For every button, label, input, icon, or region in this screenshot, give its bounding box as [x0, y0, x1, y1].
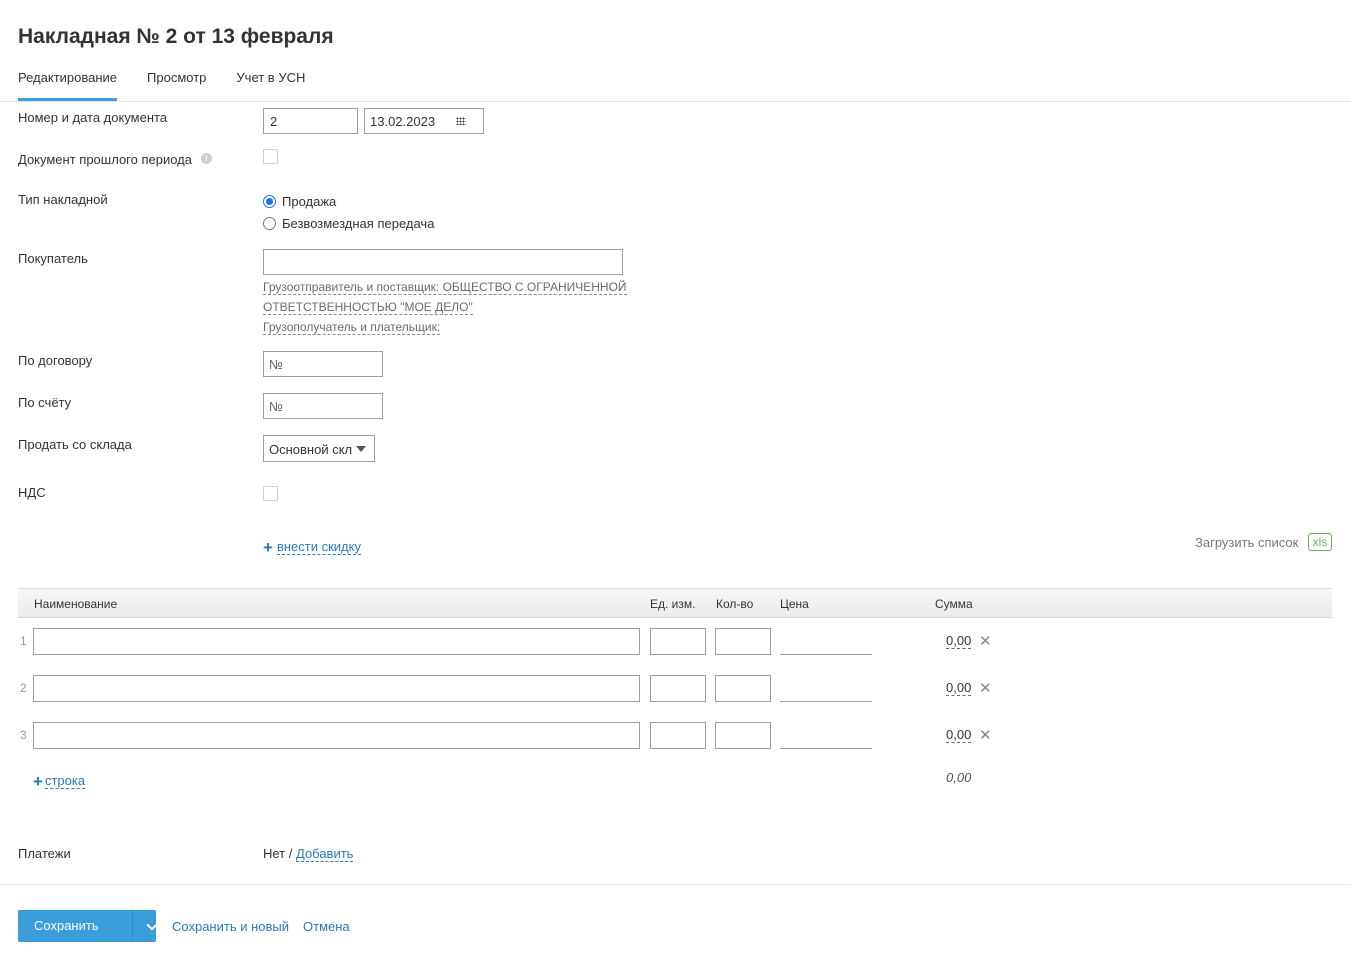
past-period-label: Документ прошлого периода — [18, 152, 192, 167]
row-number: 3 — [20, 728, 27, 742]
consignee-link[interactable]: Грузополучатель и плательщик: — [263, 320, 441, 335]
shipper-info: Грузоотправитель и поставщик: ОБЩЕСТВО С… — [263, 279, 627, 295]
warehouse-select[interactable]: Основной скл — [263, 435, 375, 462]
item-price-input[interactable] — [780, 748, 872, 749]
radio-sale-label: Продажа — [282, 194, 337, 209]
chevron-down-icon — [356, 446, 366, 452]
add-row-link[interactable]: строка — [44, 773, 86, 789]
contract-input[interactable] — [263, 351, 383, 377]
item-qty-input[interactable] — [715, 675, 771, 702]
item-unit-input[interactable] — [650, 675, 706, 702]
tab-bar: Редактирование Просмотр Учет в УСН — [18, 70, 335, 101]
plus-icon: + — [33, 771, 43, 791]
th-unit: Ед. изм. — [650, 597, 696, 611]
warehouse-select-value: Основной скл — [269, 442, 353, 457]
upload-list-label[interactable]: Загрузить список — [1195, 535, 1298, 550]
info-icon[interactable]: i — [201, 153, 212, 164]
th-sum: Сумма — [935, 597, 973, 611]
doc-number-label: Номер и дата документа — [18, 110, 168, 125]
add-row[interactable]: + строка — [33, 771, 86, 791]
th-qty: Кол-во — [716, 597, 754, 611]
tab-preview[interactable]: Просмотр — [147, 70, 206, 101]
item-sum[interactable]: 0,00 — [946, 681, 972, 696]
bill-label: По счёту — [18, 395, 72, 410]
radio-gift-label: Безвозмездная передача — [282, 216, 435, 231]
shipper-link-line1[interactable]: Грузоотправитель и поставщик: ОБЩЕСТВО С… — [263, 280, 627, 295]
doc-number-input[interactable] — [263, 108, 358, 134]
contract-label: По договору — [18, 353, 93, 368]
calendar-icon[interactable] — [456, 117, 466, 125]
bill-input[interactable] — [263, 393, 383, 419]
item-sum[interactable]: 0,00 — [946, 634, 972, 649]
item-unit-input[interactable] — [650, 628, 706, 655]
row-number: 1 — [20, 634, 27, 648]
plus-icon: + — [263, 537, 273, 557]
invoice-type-sale-option[interactable]: Продажа — [263, 194, 336, 209]
item-sum[interactable]: 0,00 — [946, 728, 972, 743]
doc-date-input[interactable] — [365, 109, 455, 133]
footer-divider — [0, 884, 1351, 885]
th-price: Цена — [780, 597, 809, 611]
vat-checkbox[interactable] — [263, 486, 278, 501]
add-payment-link[interactable]: Добавить — [296, 846, 354, 862]
item-name-input[interactable] — [33, 628, 640, 655]
payments-value: Нет / Добавить — [263, 846, 354, 862]
shipper-info-2: ОТВЕТСТВЕННОСТЬЮ "МОЕ ДЕЛО" — [263, 299, 473, 315]
items-table-header: Наименование Ед. изм. Кол-во Цена Сумма — [18, 588, 1332, 618]
item-name-input[interactable] — [33, 675, 640, 702]
radio-sale[interactable] — [263, 195, 276, 208]
payments-label: Платежи — [18, 846, 71, 861]
page-title: Накладная № 2 от 13 февраля — [18, 25, 334, 48]
table-total: 0,00 — [946, 770, 972, 785]
buyer-input[interactable] — [263, 249, 623, 275]
add-discount-link[interactable]: внести скидку — [276, 539, 361, 555]
save-button[interactable]: Сохранить — [18, 910, 158, 942]
tab-usn[interactable]: Учет в УСН — [236, 70, 305, 101]
save-and-new-link[interactable]: Сохранить и новый — [172, 919, 289, 934]
doc-date-field[interactable] — [364, 108, 484, 134]
save-button-label: Сохранить — [34, 918, 99, 933]
close-icon[interactable]: ✕ — [979, 632, 992, 650]
xls-upload-button[interactable]: xls — [1308, 533, 1332, 551]
invoice-type-label: Тип накладной — [18, 192, 108, 207]
cancel-link[interactable]: Отмена — [303, 919, 350, 934]
item-price-input[interactable] — [780, 701, 872, 702]
consignee-info: Грузополучатель и плательщик: — [263, 319, 441, 335]
item-qty-input[interactable] — [715, 722, 771, 749]
close-icon[interactable]: ✕ — [979, 679, 992, 697]
tab-edit[interactable]: Редактирование — [18, 70, 118, 101]
item-name-input[interactable] — [33, 722, 640, 749]
save-button-separator — [132, 910, 133, 942]
close-icon[interactable]: ✕ — [979, 726, 992, 744]
invoice-type-gift-option[interactable]: Безвозмездная передача — [263, 216, 434, 231]
item-unit-input[interactable] — [650, 722, 706, 749]
add-discount[interactable]: + внести скидку — [263, 537, 361, 557]
shipper-link-line2[interactable]: ОТВЕТСТВЕННОСТЬЮ "МОЕ ДЕЛО" — [263, 300, 473, 315]
tabs-divider — [0, 101, 1351, 102]
th-name: Наименование — [34, 597, 118, 611]
item-qty-input[interactable] — [715, 628, 771, 655]
radio-gift[interactable] — [263, 217, 276, 230]
row-number: 2 — [20, 681, 27, 695]
buyer-label: Покупатель — [18, 251, 88, 266]
payments-none: Нет / — [263, 846, 293, 861]
chevron-down-icon[interactable] — [146, 919, 158, 931]
warehouse-label: Продать со склада — [18, 437, 132, 452]
past-period-checkbox[interactable] — [263, 149, 278, 164]
vat-label: НДС — [18, 485, 46, 500]
item-price-input[interactable] — [780, 654, 872, 655]
